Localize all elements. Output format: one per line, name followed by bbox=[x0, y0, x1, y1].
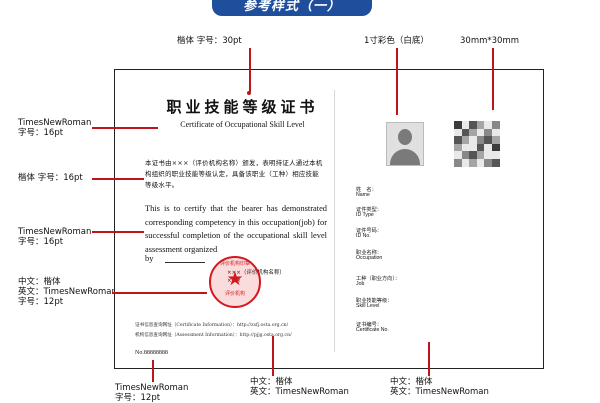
qr-module bbox=[492, 159, 500, 167]
annotation-photo: 1寸彩色（白底） bbox=[364, 36, 429, 46]
certificate-body-en: This is to certify that the bearer has d… bbox=[145, 204, 327, 254]
annotation-qr-size: 30mm*30mm bbox=[460, 36, 520, 46]
by-label: by bbox=[145, 254, 154, 263]
field-id-no: 证件号码： ID No. bbox=[356, 228, 382, 239]
annotation-line: 英文：TimesNewRoman bbox=[390, 387, 489, 397]
official-seal: 评价机构印章 ★ 评价机构 bbox=[209, 256, 261, 308]
photo-placeholder bbox=[386, 122, 424, 166]
annotation-en-body-font: TimesNewRoman 字号：16pt bbox=[18, 227, 91, 247]
field-occupation: 职业名称： Occupation bbox=[356, 250, 383, 261]
annotation-line: TimesNewRoman bbox=[18, 118, 92, 128]
annotation-institution-font: 中文：楷体 英文：TimesNewRoman 字号：12pt bbox=[18, 277, 117, 307]
annotation-line: 英文：TimesNewRoman bbox=[18, 287, 117, 297]
annotation-cn-body-font: 楷体 字号：16pt bbox=[18, 173, 83, 183]
annotation-line: TimesNewRoman bbox=[18, 227, 92, 237]
annotation-line: 中文：楷体 bbox=[250, 377, 293, 387]
certificate-number: No.88888888 bbox=[135, 350, 168, 356]
annotation-fields-font: 中文：楷体 英文：TimesNewRoman bbox=[390, 377, 489, 397]
pointer-title bbox=[249, 48, 251, 92]
certificate-title-cn: 职业技能等级证书 bbox=[166, 98, 319, 116]
pointer-url bbox=[272, 336, 274, 376]
person-head-icon bbox=[398, 129, 412, 145]
person-shoulders-icon bbox=[390, 149, 420, 165]
seal-top-text: 评价机构印章 bbox=[219, 261, 250, 267]
annotation-line: TimesNewRoman bbox=[115, 383, 189, 393]
seal-bottom-text: 评价机构 bbox=[224, 291, 245, 297]
pointer-en-body bbox=[92, 231, 144, 233]
annotation-line: 字号：12pt bbox=[115, 393, 161, 403]
field-skill-level: 职业技能等级： Skill Level bbox=[356, 298, 393, 309]
field-name: 姓 名： Name bbox=[356, 187, 377, 198]
annotation-line: 中文：楷体 bbox=[390, 377, 433, 387]
pointer-cn-body bbox=[92, 178, 144, 180]
qr-code bbox=[454, 121, 500, 167]
star-icon: ★ bbox=[226, 268, 244, 290]
pointer-fields bbox=[428, 342, 430, 376]
pointer-cert-no bbox=[152, 360, 154, 382]
pointer-qr bbox=[492, 48, 494, 110]
section-banner: 参考样式（一） bbox=[212, 0, 372, 16]
pointer-dot bbox=[247, 91, 251, 95]
annotation-en-title-font: TimesNewRoman 字号：16pt bbox=[18, 118, 91, 138]
assessment-info-url: 机构信息查询网址（Assessment Information）：http://… bbox=[135, 333, 292, 338]
annotation-title-font: 楷体 字号：30pt bbox=[177, 36, 242, 46]
annotation-url-font: 中文：楷体 英文：TimesNewRoman bbox=[250, 377, 349, 397]
certificate-body-cn: 本证书由×××（评价机构名称）颁发，表明持证人通过本机构组织的职业技能等级认定，… bbox=[145, 159, 323, 189]
field-id-type: 证件类型： ID Type bbox=[356, 207, 382, 218]
annotation-line: 英文：TimesNewRoman bbox=[250, 387, 349, 397]
annotation-line: 字号：16pt bbox=[18, 128, 64, 138]
pointer-photo bbox=[396, 48, 398, 115]
annotation-line: 字号：16pt bbox=[18, 237, 64, 247]
pointer-en-title bbox=[92, 127, 158, 129]
annotation-cert-no-font: TimesNewRoman 字号：12pt bbox=[115, 383, 188, 403]
certificate-info-url: 证书信息查询网址（Certificate Information）：http:/… bbox=[135, 323, 289, 328]
certificate-card: 职业技能等级证书 Certificate of Occupational Ski… bbox=[114, 69, 544, 369]
center-divider bbox=[334, 90, 335, 352]
annotation-line: 中文：楷体 bbox=[18, 277, 61, 287]
pointer-institution bbox=[112, 292, 207, 294]
by-blank-line bbox=[165, 262, 205, 263]
field-certificate-no: 证书编号： Certificate No. bbox=[356, 322, 389, 333]
annotation-line: 字号：12pt bbox=[18, 297, 64, 307]
certificate-title-en: Certificate of Occupational Skill Level bbox=[180, 120, 305, 129]
field-job: 工种（职业方向）： Job bbox=[356, 276, 401, 287]
